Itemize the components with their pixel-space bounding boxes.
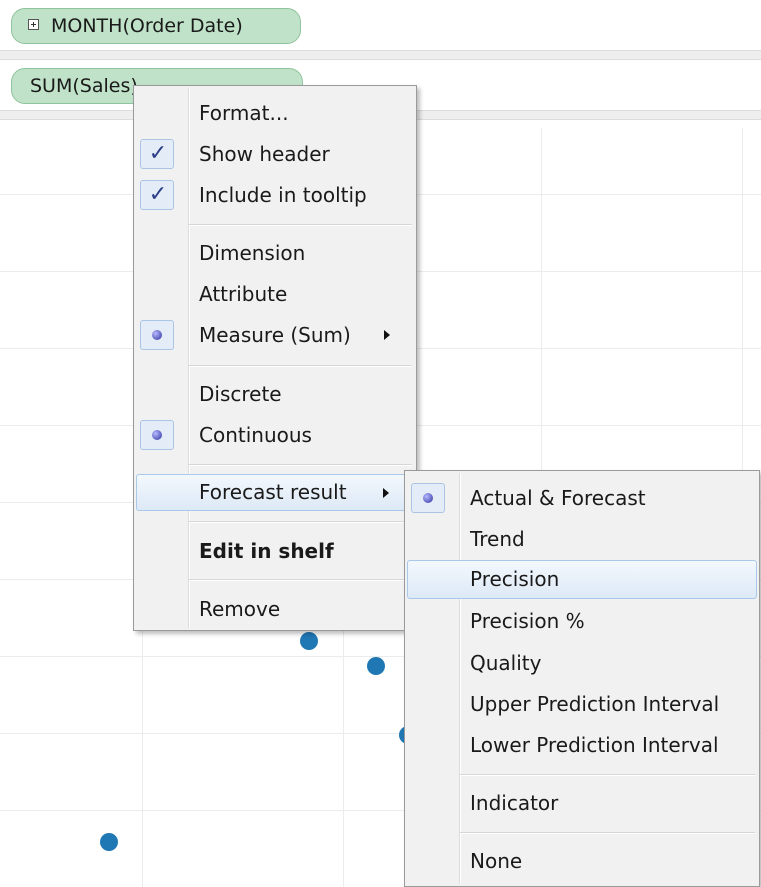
forecast-result-submenu: Actual & Forecast Trend Precision Precis… bbox=[404, 470, 760, 887]
menu-separator bbox=[460, 774, 755, 776]
menu-item-label: Forecast result bbox=[199, 480, 347, 504]
menu-separator bbox=[189, 521, 412, 523]
radio-dot-icon bbox=[140, 420, 174, 450]
menu-item-label: Trend bbox=[470, 527, 525, 551]
submenu-item-precision-percent[interactable]: Precision % bbox=[407, 604, 757, 638]
menu-item-label: Precision bbox=[470, 567, 560, 591]
menu-item-dimension[interactable]: Dimension bbox=[136, 236, 414, 270]
menu-separator bbox=[189, 579, 412, 581]
submenu-item-trend[interactable]: Trend bbox=[407, 522, 757, 556]
radio-dot-icon bbox=[140, 320, 174, 350]
menu-item-label: Indicator bbox=[470, 791, 559, 815]
submenu-arrow-icon bbox=[384, 330, 390, 340]
menu-item-label: Quality bbox=[470, 651, 542, 675]
shelf-divider bbox=[0, 50, 761, 60]
menu-item-continuous[interactable]: Continuous bbox=[136, 418, 414, 452]
menu-item-label: Precision % bbox=[470, 609, 585, 633]
menu-item-attribute[interactable]: Attribute bbox=[136, 277, 414, 311]
menu-item-label: Actual & Forecast bbox=[470, 486, 646, 510]
submenu-item-precision[interactable]: Precision bbox=[407, 560, 757, 599]
pill-context-menu: Format... ✓ Show header ✓ Include in too… bbox=[133, 85, 417, 631]
radio-dot-icon bbox=[411, 483, 445, 513]
menu-item-forecast-result[interactable]: Forecast result bbox=[136, 474, 414, 511]
check-icon: ✓ bbox=[140, 139, 174, 169]
menu-item-label: Lower Prediction Interval bbox=[470, 733, 719, 757]
menu-item-remove[interactable]: Remove bbox=[136, 592, 414, 626]
menu-item-label: Measure (Sum) bbox=[199, 323, 351, 347]
submenu-item-actual-forecast[interactable]: Actual & Forecast bbox=[407, 481, 757, 515]
menu-item-label: None bbox=[470, 849, 523, 873]
menu-item-show-header[interactable]: ✓ Show header bbox=[136, 137, 414, 171]
submenu-item-lower-prediction-interval[interactable]: Lower Prediction Interval bbox=[407, 728, 757, 762]
menu-item-label: Edit in shelf bbox=[199, 539, 334, 563]
menu-item-label: Upper Prediction Interval bbox=[470, 692, 720, 716]
month-order-date-pill[interactable]: MONTH(Order Date) bbox=[11, 8, 301, 44]
menu-separator bbox=[189, 224, 412, 226]
menu-item-label: Continuous bbox=[199, 423, 312, 447]
submenu-item-none[interactable]: None bbox=[407, 844, 757, 878]
menu-item-label: Attribute bbox=[199, 282, 288, 306]
data-point[interactable] bbox=[300, 632, 318, 650]
menu-item-include-in-tooltip[interactable]: ✓ Include in tooltip bbox=[136, 178, 414, 212]
menu-item-edit-in-shelf[interactable]: Edit in shelf bbox=[136, 534, 414, 568]
menu-separator bbox=[460, 832, 755, 834]
menu-item-label: Include in tooltip bbox=[199, 183, 367, 207]
columns-shelf: MONTH(Order Date) bbox=[0, 0, 761, 50]
menu-item-format[interactable]: Format... bbox=[136, 96, 414, 130]
data-point[interactable] bbox=[100, 833, 118, 851]
submenu-item-upper-prediction-interval[interactable]: Upper Prediction Interval bbox=[407, 687, 757, 721]
check-icon: ✓ bbox=[140, 180, 174, 210]
expand-plus-icon[interactable] bbox=[28, 19, 39, 30]
submenu-item-quality[interactable]: Quality bbox=[407, 646, 757, 680]
submenu-item-indicator[interactable]: Indicator bbox=[407, 786, 757, 820]
menu-item-label: Format... bbox=[199, 101, 289, 125]
data-point[interactable] bbox=[367, 657, 385, 675]
month-pill-label: MONTH(Order Date) bbox=[51, 15, 243, 37]
menu-separator bbox=[189, 365, 412, 367]
menu-item-label: Show header bbox=[199, 142, 330, 166]
sum-pill-label: SUM(Sales) bbox=[30, 75, 138, 97]
menu-separator bbox=[189, 464, 412, 466]
menu-item-label: Remove bbox=[199, 597, 281, 621]
menu-item-label: Discrete bbox=[199, 382, 282, 406]
menu-item-measure-sum[interactable]: Measure (Sum) bbox=[136, 318, 414, 352]
submenu-arrow-icon bbox=[383, 488, 389, 498]
menu-item-label: Dimension bbox=[199, 241, 306, 265]
menu-item-discrete[interactable]: Discrete bbox=[136, 377, 414, 411]
